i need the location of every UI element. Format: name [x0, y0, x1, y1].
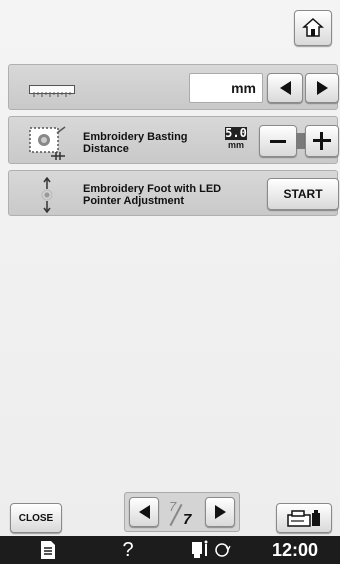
- home-icon: [302, 17, 324, 37]
- start-button[interactable]: START: [267, 178, 339, 210]
- basting-distance-label: Embroidery Basting Distance: [83, 131, 188, 155]
- clock: 12:00: [271, 539, 319, 560]
- left-arrow-icon: [138, 505, 150, 519]
- machine-settings-button[interactable]: [276, 503, 332, 533]
- left-arrow-icon: [279, 81, 291, 95]
- basting-value-unit: mm: [227, 140, 244, 150]
- page-total: 7: [183, 511, 192, 528]
- led-pointer-label: Embroidery Foot with LED Pointer Adjustm…: [83, 183, 222, 207]
- page-indicator: 7 7: [163, 499, 203, 529]
- page-prev-button[interactable]: [129, 497, 159, 527]
- right-arrow-icon: [214, 505, 226, 519]
- thread-status-icon: [192, 540, 231, 558]
- close-button[interactable]: CLOSE: [10, 503, 62, 533]
- unit-setting-row: mm: [8, 64, 339, 110]
- settings-screen: mm Embroidery Basting Distance 5.0 mm Em…: [0, 0, 340, 536]
- unit-value-display: mm: [189, 73, 263, 103]
- minus-icon: [270, 139, 286, 143]
- page-navigator: 7 7: [124, 492, 240, 532]
- basting-distance-row: Embroidery Basting Distance 5.0 mm: [8, 116, 339, 164]
- document-icon: [41, 541, 55, 559]
- basting-value-number: 5.0: [225, 126, 247, 140]
- led-pointer-icon: [41, 177, 53, 213]
- page-next-button[interactable]: [205, 497, 235, 527]
- machine-settings-icon: [287, 510, 320, 527]
- basting-increase-button[interactable]: [305, 125, 339, 157]
- ruler-icon: [29, 85, 75, 97]
- basting-frame-icon: [29, 126, 66, 160]
- thread-status: [182, 536, 242, 564]
- status-bar: ? 12:00: [0, 536, 340, 564]
- unit-next-button[interactable]: [305, 73, 339, 103]
- plus-icon: [313, 132, 331, 150]
- document-button[interactable]: [18, 536, 78, 564]
- led-pointer-row: Embroidery Foot with LED Pointer Adjustm…: [8, 170, 339, 216]
- unit-prev-button[interactable]: [267, 73, 303, 103]
- help-button[interactable]: ?: [108, 536, 148, 564]
- home-button[interactable]: [294, 10, 332, 46]
- right-arrow-icon: [316, 81, 328, 95]
- basting-distance-value: 5.0 mm: [225, 127, 247, 151]
- basting-decrease-button[interactable]: [259, 125, 297, 157]
